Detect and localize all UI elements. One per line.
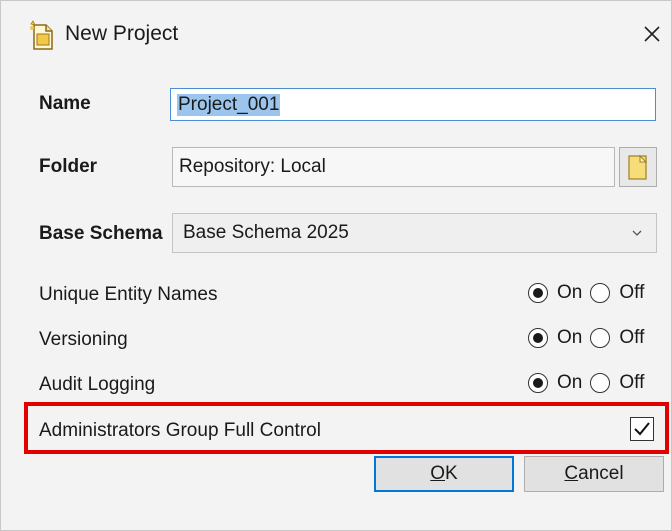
versioning-on-radio[interactable]: [528, 328, 548, 348]
unique-entity-names-label: Unique Entity Names: [39, 284, 218, 305]
versioning-on-label: On: [557, 327, 583, 348]
unique-entity-names-off-label: Off: [619, 282, 645, 303]
ok-accelerator: O: [430, 463, 446, 484]
unique-entity-names-off-radio[interactable]: [590, 283, 611, 303]
versioning-off-label: Off: [619, 327, 645, 348]
ok-button[interactable]: OK: [374, 456, 514, 492]
new-project-icon: [30, 20, 53, 50]
audit-logging-off-radio[interactable]: [590, 373, 611, 393]
new-project-dialog: New Project Name Project_001 Folder Repo…: [0, 0, 672, 531]
unique-entity-names-on-label: On: [557, 282, 583, 303]
chevron-down-icon: [632, 230, 642, 236]
title-bar: New Project: [1, 1, 671, 65]
window-title: New Project: [65, 22, 179, 45]
folder-value: Repository: Local: [179, 156, 326, 177]
admin-full-control-label: Administrators Group Full Control: [39, 420, 321, 441]
cancel-label-rest: ancel: [578, 463, 624, 484]
cancel-accelerator: C: [564, 463, 579, 484]
base-schema-value: Base Schema 2025: [183, 222, 349, 243]
name-label: Name: [39, 93, 91, 114]
name-input[interactable]: Project_001: [170, 88, 656, 121]
folder-browse-button[interactable]: [619, 147, 657, 187]
base-schema-select[interactable]: Base Schema 2025: [172, 213, 657, 253]
versioning-off-radio[interactable]: [590, 328, 611, 348]
versioning-label: Versioning: [39, 329, 128, 350]
versioning-radio-group: On Off: [528, 323, 652, 353]
admin-full-control-checkbox[interactable]: [630, 417, 654, 441]
folder-label: Folder: [39, 156, 98, 177]
close-icon[interactable]: [637, 19, 667, 49]
cancel-button[interactable]: Cancel: [524, 456, 664, 492]
unique-entity-names-on-radio[interactable]: [528, 283, 548, 303]
unique-entity-names-radio-group: On Off: [528, 278, 652, 308]
audit-logging-on-radio[interactable]: [528, 373, 548, 393]
audit-logging-off-label: Off: [619, 372, 645, 393]
audit-logging-label: Audit Logging: [39, 374, 156, 395]
folder-browse-icon: [628, 154, 648, 180]
checkmark-icon: [634, 422, 650, 436]
name-value: Project_001: [177, 93, 281, 116]
ok-label-rest: K: [445, 463, 458, 484]
audit-logging-on-label: On: [557, 372, 583, 393]
folder-field: Repository: Local: [172, 147, 615, 187]
base-schema-label: Base Schema: [39, 223, 163, 244]
audit-logging-radio-group: On Off: [528, 368, 652, 398]
